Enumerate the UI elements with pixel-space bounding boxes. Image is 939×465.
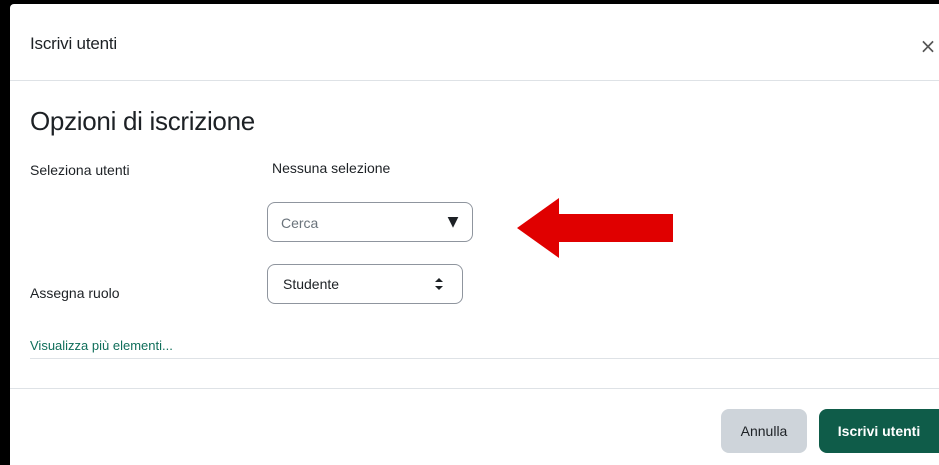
user-search-input[interactable]: [281, 213, 431, 233]
enrol-users-button[interactable]: Iscrivi utenti: [819, 409, 939, 453]
dropdown-arrow-icon[interactable]: ▼: [444, 212, 462, 232]
select-updown-icon: [435, 278, 443, 290]
enrol-users-dialog: Iscrivi utenti × Opzioni di iscrizione S…: [10, 4, 939, 465]
select-users-label: Seleziona utenti: [30, 162, 130, 178]
divider: [30, 358, 939, 359]
section-title: Opzioni di iscrizione: [30, 106, 255, 136]
modal-header: Iscrivi utenti ×: [10, 4, 939, 81]
close-button[interactable]: ×: [918, 34, 938, 58]
role-select-value: Studente: [283, 276, 340, 292]
user-search-combobox[interactable]: ▼: [267, 202, 473, 242]
modal-title: Iscrivi utenti: [30, 34, 117, 53]
assign-role-label: Assegna ruolo: [30, 285, 120, 301]
red-arrow-annotation-icon: [517, 198, 673, 258]
show-more-link[interactable]: Visualizza più elementi...: [30, 338, 173, 353]
selection-status: Nessuna selezione: [272, 160, 391, 176]
role-select[interactable]: Studente: [267, 264, 463, 304]
cancel-button[interactable]: Annulla: [721, 409, 807, 453]
footer-divider: [10, 388, 939, 389]
